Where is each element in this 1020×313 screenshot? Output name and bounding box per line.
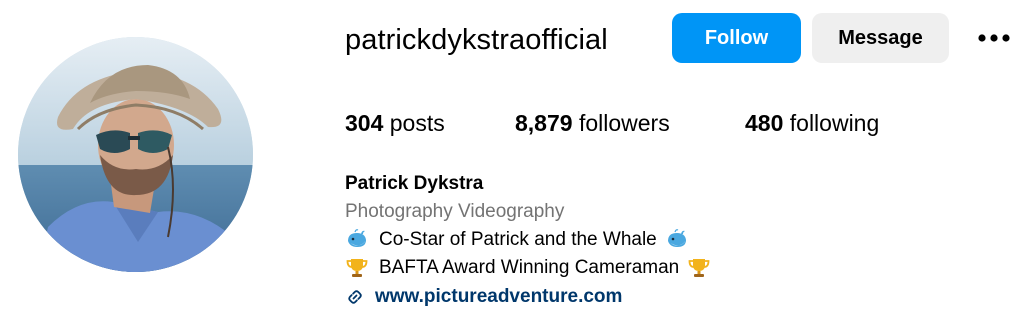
full-name: Patrick Dykstra: [345, 173, 484, 194]
trophy-emoji-icon: [346, 259, 368, 277]
website-link[interactable]: www.pictureadventure.com: [375, 283, 622, 311]
bio-line1-text: Co-Star of Patrick and the Whale: [379, 229, 657, 250]
trophy-emoji-icon: [688, 259, 710, 277]
more-options-icon: [978, 34, 1010, 42]
more-options-button[interactable]: [970, 20, 1018, 56]
link-icon: [348, 290, 362, 304]
following-stat[interactable]: 480 following: [745, 108, 879, 138]
avatar-photo: [18, 37, 253, 272]
posts-count: 304: [345, 110, 384, 136]
following-label: following: [789, 110, 880, 136]
posts-label: posts: [389, 110, 445, 136]
posts-stat: 304 posts: [345, 108, 445, 138]
whale-emoji-icon: [348, 229, 366, 247]
bio-line2-text: BAFTA Award Winning Cameraman: [379, 257, 680, 278]
followers-count: 8,879: [515, 110, 573, 136]
follow-button[interactable]: Follow: [672, 13, 801, 63]
profile-bio: Patrick Dykstra Photography Videography …: [345, 170, 711, 311]
bio-line-bafta: BAFTA Award Winning Cameraman: [345, 254, 711, 282]
bio-line-whale: Co-Star of Patrick and the Whale: [345, 226, 711, 254]
message-button[interactable]: Message: [812, 13, 949, 63]
whale-emoji-icon: [667, 229, 686, 247]
followers-stat[interactable]: 8,879 followers: [515, 108, 670, 138]
category-label: Photography Videography: [345, 201, 565, 222]
followers-label: followers: [578, 110, 670, 136]
profile-avatar[interactable]: [18, 37, 253, 272]
username: patrickdykstraofficial: [345, 24, 608, 56]
following-count: 480: [745, 110, 784, 136]
bio-link-row[interactable]: www.pictureadventure.com: [345, 283, 711, 311]
